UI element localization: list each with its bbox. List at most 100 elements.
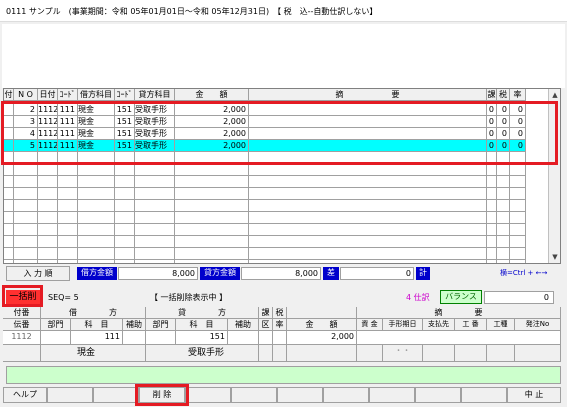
grid-empty-cell bbox=[115, 212, 135, 224]
grid-empty-cell bbox=[249, 164, 487, 176]
grid-header-credit-code: ｺｰﾄﾞ bbox=[115, 89, 135, 101]
fkey-10[interactable] bbox=[415, 387, 461, 403]
balance-button[interactable]: バランス bbox=[440, 290, 482, 304]
debit-dept-field[interactable] bbox=[41, 331, 71, 345]
grid-empty-cell bbox=[115, 260, 135, 263]
scroll-up-icon[interactable]: ▲ bbox=[550, 90, 560, 100]
kubun-field[interactable] bbox=[259, 331, 273, 345]
grid-empty-cell bbox=[510, 236, 526, 248]
grid-header-amount: 金 額 bbox=[175, 89, 249, 101]
fkey-8[interactable] bbox=[323, 387, 369, 403]
shikin-header: 資 金 bbox=[357, 319, 383, 331]
input-order-button[interactable]: 入 力 順 bbox=[6, 266, 70, 281]
grid-empty-cell bbox=[38, 212, 58, 224]
amount-field[interactable]: 2,000 bbox=[287, 331, 357, 345]
grid-empty-cell bbox=[14, 236, 38, 248]
grid-empty-cell bbox=[58, 212, 78, 224]
grid-empty-cell bbox=[175, 200, 249, 212]
fkey-9[interactable] bbox=[369, 387, 415, 403]
grid-empty-cell bbox=[78, 236, 115, 248]
grid-empty-cell bbox=[4, 164, 14, 176]
grid-empty-cell bbox=[14, 164, 38, 176]
grid-header-date: 日付 bbox=[38, 89, 58, 101]
debit-sub-field[interactable] bbox=[123, 331, 146, 345]
grid-empty-cell bbox=[115, 164, 135, 176]
fkey-11[interactable] bbox=[461, 387, 507, 403]
grid-empty-cell bbox=[249, 176, 487, 188]
name-cell-zei bbox=[273, 345, 287, 362]
grid-empty-cell bbox=[78, 200, 115, 212]
grid-empty-cell bbox=[14, 188, 38, 200]
desc-header: 摘 要 bbox=[357, 307, 561, 319]
debit-total-label: 借方金額 bbox=[77, 267, 117, 280]
rate-field[interactable] bbox=[273, 331, 287, 345]
grid-empty-cell bbox=[175, 224, 249, 236]
grid-empty-cell bbox=[497, 212, 510, 224]
grid-empty-cell bbox=[38, 260, 58, 263]
amount-header: 金 額 bbox=[287, 319, 357, 331]
grid-empty-cell bbox=[175, 212, 249, 224]
zei-header: 税 bbox=[273, 307, 287, 319]
debit-code-field[interactable]: 111 bbox=[71, 331, 123, 345]
credit-dept-field[interactable] bbox=[146, 331, 176, 345]
name-cell-payee bbox=[423, 345, 455, 362]
grid-empty-cell bbox=[487, 188, 497, 200]
ka-header: 課 bbox=[259, 307, 273, 319]
credit-sub-header: 補助 bbox=[228, 319, 259, 331]
grid-empty-cell bbox=[249, 224, 487, 236]
grid-empty-cell bbox=[115, 248, 135, 260]
grid-empty-cell bbox=[510, 260, 526, 263]
name-cell-ka bbox=[259, 345, 273, 362]
scroll-down-icon[interactable]: ▼ bbox=[550, 252, 560, 262]
credit-sub-field[interactable] bbox=[228, 331, 259, 345]
window-title: 0111 サンプル (事業期間：令和 05年01月01日～令和 05年12月31… bbox=[6, 7, 378, 16]
grid-empty-cell bbox=[4, 188, 14, 200]
fkey-5[interactable] bbox=[185, 387, 231, 403]
grid-empty-cell bbox=[4, 212, 14, 224]
denban-field[interactable]: 1112 bbox=[3, 331, 41, 345]
grid-empty-cell bbox=[175, 176, 249, 188]
fkey-7[interactable] bbox=[277, 387, 323, 403]
description-field[interactable] bbox=[357, 331, 561, 345]
status-message: 【 一括削除表示中 】 bbox=[150, 293, 228, 302]
grid-empty-cell bbox=[510, 176, 526, 188]
fkey-2[interactable] bbox=[47, 387, 93, 403]
grid-empty-cell bbox=[497, 164, 510, 176]
debit-account-header: 科 目 bbox=[71, 319, 123, 331]
name-cell-koban bbox=[455, 345, 487, 362]
grid-empty-cell bbox=[135, 176, 175, 188]
hatchu-header: 発注No bbox=[515, 319, 561, 331]
grid-empty-cell bbox=[249, 188, 487, 200]
grid-header-no: N O bbox=[14, 89, 38, 101]
grid-empty-cell bbox=[510, 164, 526, 176]
grid-empty-cell bbox=[497, 224, 510, 236]
grid-empty-cell bbox=[135, 188, 175, 200]
grid-empty-cell bbox=[14, 212, 38, 224]
balance-value: 0 bbox=[484, 291, 554, 304]
grid-empty-cell bbox=[497, 176, 510, 188]
grid-empty-cell bbox=[115, 224, 135, 236]
grid-empty-cell bbox=[78, 176, 115, 188]
grid-empty-cell bbox=[38, 164, 58, 176]
window-title-bar: 0111 サンプル (事業期間：令和 05年01月01日～令和 05年12月31… bbox=[0, 0, 567, 22]
credit-code-field[interactable]: 151 bbox=[176, 331, 228, 345]
grid-empty-cell bbox=[4, 260, 14, 263]
grid-empty-cell bbox=[78, 188, 115, 200]
grid-empty-cell bbox=[135, 200, 175, 212]
help-button[interactable]: ヘルプ bbox=[3, 387, 47, 403]
grid-empty-cell bbox=[487, 248, 497, 260]
grid-empty-cell bbox=[249, 200, 487, 212]
grid-empty-cell bbox=[135, 164, 175, 176]
stop-button[interactable]: 中 止 bbox=[507, 387, 561, 403]
grid-header-debit-code: ｺｰﾄﾞ bbox=[58, 89, 78, 101]
grid-empty-cell bbox=[78, 212, 115, 224]
grid-empty-cell bbox=[135, 224, 175, 236]
fkey-3[interactable] bbox=[93, 387, 139, 403]
grid-empty-cell bbox=[487, 200, 497, 212]
tegata-date-header: 手形期日 bbox=[383, 319, 423, 331]
grid-empty-cell bbox=[497, 200, 510, 212]
grid-header-zei: 税 bbox=[497, 89, 510, 101]
fkey-6[interactable] bbox=[231, 387, 277, 403]
top-blank-area bbox=[2, 24, 565, 88]
diff-field: 0 bbox=[340, 267, 414, 280]
